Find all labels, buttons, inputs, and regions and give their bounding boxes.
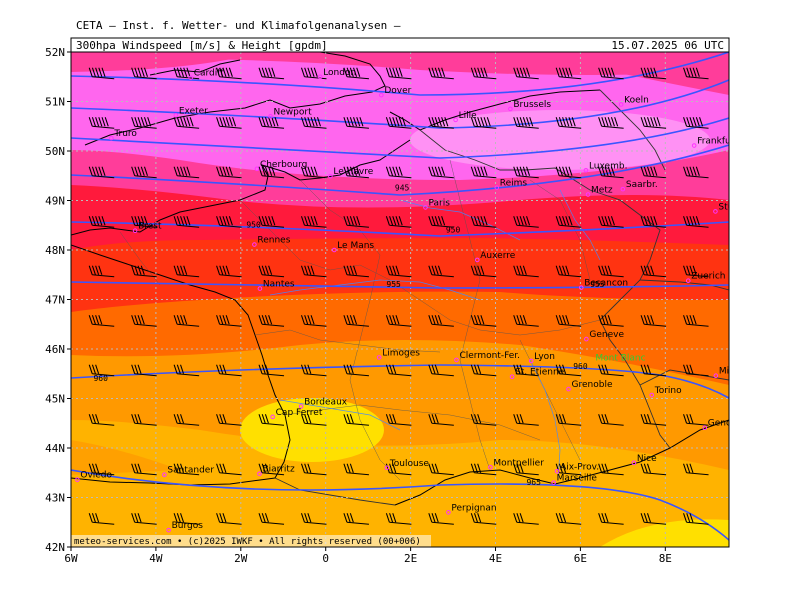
- city-label: Koeln: [624, 95, 649, 105]
- city-label: Cardiff: [194, 69, 225, 79]
- city-label: Genova: [708, 419, 743, 429]
- city-label: Limoges: [382, 348, 420, 358]
- height-label: 965: [526, 478, 541, 487]
- lon-tick-label: 6E: [574, 552, 587, 565]
- city-label: Metz: [591, 186, 613, 196]
- lat-tick-label: 48N: [45, 244, 65, 257]
- city-label: Lyon: [534, 352, 555, 362]
- city-label: Dover: [384, 86, 411, 96]
- city-label: Biarritz: [262, 465, 294, 475]
- lat-tick-label: 50N: [45, 145, 65, 158]
- height-label: 955: [386, 280, 401, 289]
- city-label: Toulouse: [389, 459, 430, 469]
- city-label: Oviedo: [80, 471, 112, 481]
- lat-tick-label: 51N: [45, 96, 65, 109]
- city-label: Brest: [138, 222, 162, 232]
- city-label: Newport: [274, 107, 313, 117]
- height-label: 960: [573, 362, 588, 371]
- lat-tick-label: 43N: [45, 492, 65, 505]
- lon-tick-label: 2W: [234, 552, 248, 565]
- city-label: Le Havre: [333, 167, 373, 177]
- weather-map: 300hpa Windspeed [m/s] & Height [gpdm] 1…: [45, 37, 759, 565]
- city-label: Reims: [500, 179, 528, 189]
- city-label: Rennes: [257, 236, 290, 246]
- city-label: Montpellier: [493, 458, 544, 468]
- city-label: Truro: [113, 129, 137, 139]
- city-label: Clermont-Fer.: [459, 351, 520, 361]
- lat-tick-label: 45N: [45, 393, 65, 406]
- lon-tick-label: 6W: [64, 552, 78, 565]
- lat-tick-label: 52N: [45, 46, 65, 59]
- height-label: 945: [395, 184, 410, 193]
- city-label: Grenoble: [572, 380, 613, 390]
- city-label: Brussels: [513, 100, 551, 110]
- city-label: Lille: [459, 111, 478, 121]
- footer-credit: meteo-services.com • (c)2025 IWKF • All …: [74, 537, 421, 547]
- lat-tick-label: 47N: [45, 294, 65, 307]
- city-label: Perpignan: [451, 503, 496, 513]
- lon-tick-label: 2E: [404, 552, 417, 565]
- city-label: Torino: [654, 386, 682, 396]
- city-label: Aix-Prov.: [560, 462, 599, 472]
- city-label: Nice: [637, 454, 657, 464]
- valid-time: 15.07.2025 06 UTC: [611, 39, 724, 52]
- city-label: Nantes: [263, 280, 295, 290]
- lon-tick-label: 0: [322, 552, 329, 565]
- map-plot-area: 945950950955 955960960965 Cardiff LondonDo…: [71, 52, 759, 547]
- lat-tick-label: 44N: [45, 442, 65, 455]
- lat-tick-label: 42N: [45, 541, 65, 554]
- height-label: 950: [246, 221, 261, 230]
- city-label: London: [323, 68, 356, 78]
- product-title: 300hpa Windspeed [m/s] & Height [gpdm]: [76, 39, 328, 52]
- city-label: Marseille: [557, 474, 598, 484]
- city-label: Bordeaux: [304, 397, 348, 407]
- lat-tick-label: 46N: [45, 343, 65, 356]
- city-label: Zuerich: [691, 272, 725, 282]
- city-label: Besancon: [584, 279, 628, 289]
- city-label: Le Mans: [337, 241, 374, 251]
- city-label: Paris: [428, 198, 450, 208]
- city-label: Stuttgart: [718, 202, 759, 212]
- city-label: Milano: [719, 367, 749, 377]
- city-label: Luxemb.: [589, 161, 628, 171]
- city-label: Auxerre: [480, 251, 515, 261]
- city-label: Frankfurt: [697, 137, 738, 147]
- city-label: Geneve: [589, 330, 624, 340]
- city-label: Santander: [167, 466, 214, 476]
- city-label: Exeter: [179, 106, 208, 116]
- lon-tick-label: 8E: [659, 552, 672, 565]
- city-label: Cherbourg: [260, 160, 307, 170]
- lon-tick-label: 4E: [489, 552, 502, 565]
- city-label: Cap Ferret: [276, 408, 323, 418]
- lat-tick-label: 49N: [45, 195, 65, 208]
- city-label: St. Etienne: [515, 368, 565, 378]
- city-label: Burgos: [172, 521, 204, 531]
- city-label: Saarbr.: [626, 180, 658, 190]
- lon-tick-label: 4W: [149, 552, 163, 565]
- mont-blanc-label: Mont Blanc: [595, 353, 645, 363]
